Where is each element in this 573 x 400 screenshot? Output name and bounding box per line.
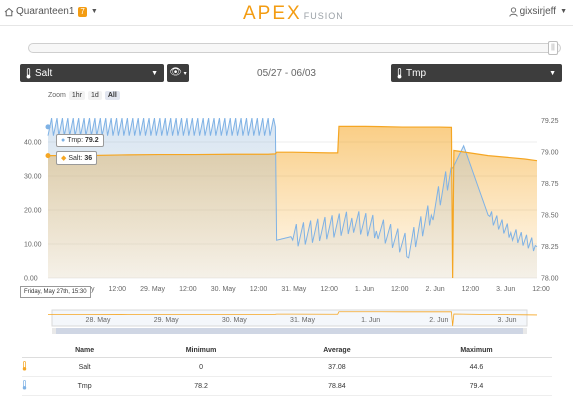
icon-column-header [22,344,40,358]
navigator-tick: 28. May [86,317,111,324]
chevron-down-icon: ▼ [549,69,556,77]
row-name: Salt [40,357,130,377]
user-icon [508,6,518,17]
x-axis-tick: 12:00 [250,286,268,293]
x-axis-tick: 12:00 [320,286,338,293]
time-range-slider[interactable]: || [28,41,561,55]
x-axis-tick: 12:00 [179,286,197,293]
left-axis-tick: 10.00 [24,242,42,249]
tooltip-date: Friday, May 27th, 15:30 [20,286,91,298]
left-axis: 0.00 10.00 20.00 30.00 40.00 [24,140,42,283]
stats-table: Name Minimum Average Maximum Salt 0 37.0… [22,344,552,396]
x-axis-tick: 12:00 [532,286,550,293]
x-axis-tick: 30. May [211,286,236,293]
zoom-label: Zoom [48,92,66,99]
user-menu[interactable]: gixsirjeff ▼ [508,6,567,17]
left-axis-tick: 40.00 [24,140,42,147]
navigator-scroll-thumb [56,328,523,334]
brand-logo: APEX FUSION [243,3,344,25]
row-avg: 78.84 [272,376,401,396]
salt-hover-point [45,153,51,159]
chevron-down-icon: ▼ [90,8,98,15]
column-header-maximum: Maximum [400,344,552,358]
salt-tooltip: ◆ Salt: 36 [56,151,98,165]
x-axis-tick: 3. Jun [496,286,515,293]
zoom-1hr-button[interactable]: 1hr [68,91,86,100]
left-axis-tick: 20.00 [24,208,42,215]
x-axis-tick: 31. May [281,286,306,293]
navigator-tick: 30. May [222,317,247,324]
right-axis-tick: 78.25 [541,244,559,251]
row-min: 78.2 [129,376,273,396]
account-name: Quaranteen1 [16,6,75,17]
zoom-1d-button[interactable]: 1d [88,91,102,100]
home-icon [4,7,14,16]
navigator-tick: 29. May [154,317,179,324]
row-max: 44.6 [400,357,552,377]
tmp-hover-point [45,124,51,130]
x-axis-tick: 2. Jun [426,286,445,293]
tooltip-tmp-label: Tmp: [67,137,84,144]
x-axis-tick: 12:00 [462,286,480,293]
right-axis-tick: 78.50 [541,213,559,220]
right-axis-tick: 78.00 [541,276,559,283]
tooltip-salt-value: 36 [84,155,93,162]
brand-sub: FUSION [303,11,344,21]
x-axis-tick: 1. Jun [355,286,374,293]
right-probe-label: Tmp [406,67,426,79]
thermometer-icon [22,376,40,396]
slider-handle[interactable]: || [548,41,558,55]
tooltip-salt-label: Salt: [68,155,83,162]
row-avg: 37.08 [272,357,401,377]
left-axis-tick: 30.00 [24,174,42,181]
right-probe-select[interactable]: Tmp ▼ [391,64,562,82]
zoom-controls: Zoom 1hr 1d All [48,91,120,100]
right-axis-tick: 79.00 [541,150,559,157]
tmp-tooltip: ● Tmp: 79.2 [56,134,104,147]
column-header-minimum: Minimum [129,344,273,358]
account-menu[interactable]: Quaranteen1 7 ▼ [4,6,98,17]
chevron-down-icon: ▼ [560,8,567,15]
table-row: Tmp 78.2 78.84 79.4 [22,376,552,396]
x-axis-tick: 29. May [140,286,165,293]
top-bar: Quaranteen1 7 ▼ APEX FUSION gixsirjeff ▼ [0,0,573,26]
column-header-name: Name [40,344,130,358]
x-axis-tick: 12:00 [391,286,409,293]
table-row: Salt 0 37.08 44.6 [22,357,552,377]
column-header-average: Average [272,344,401,358]
navigator[interactable]: 28. May 29. May 30. May 31. May 1. Jun 2. Jun… [48,309,538,334]
navigator-tick: 3. Jun [497,317,516,324]
right-axis-tick: 79.25 [541,118,559,125]
zoom-all-button[interactable]: All [104,91,120,100]
user-name: gixsirjeff [519,6,557,17]
x-axis-tick: 12:00 [109,286,127,293]
thermometer-icon [397,67,402,78]
left-axis-tick: 0.00 [24,276,38,283]
row-name: Tmp [40,376,130,396]
right-axis: 78.00 78.25 78.50 78.75 79.00 79.25 [541,118,559,282]
navigator-tick: 2. Jun [429,317,448,324]
table-header-row: Name Minimum Average Maximum [22,344,552,358]
thermometer-icon [22,357,40,377]
row-max: 79.4 [400,376,552,396]
right-axis-tick: 78.75 [541,181,559,188]
brand-main: APEX [243,3,302,24]
notification-badge: 7 [78,6,87,17]
x-axis: 28. May12:0029. May12:0030. May12:0031. … [70,286,550,293]
tooltip-tmp-value: 79.2 [84,137,99,144]
navigator-tick: 31. May [290,317,315,324]
navigator-tick: 1. Jun [361,317,380,324]
row-min: 0 [129,357,273,377]
